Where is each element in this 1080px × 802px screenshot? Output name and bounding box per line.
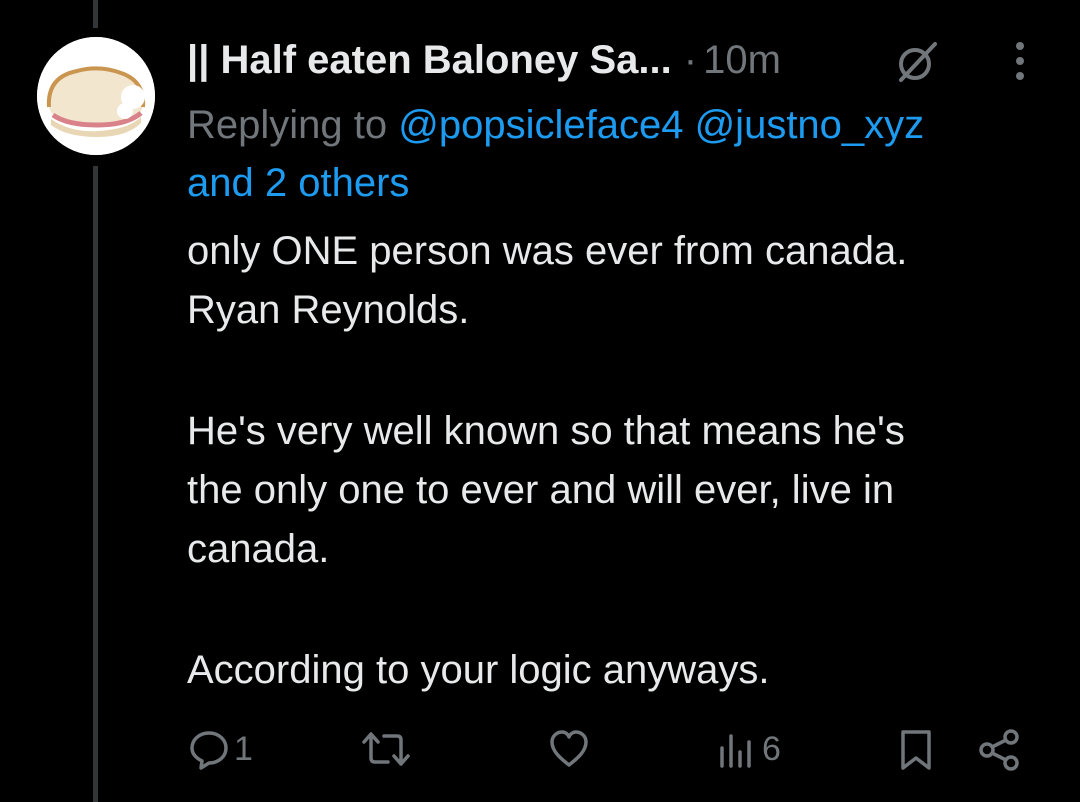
tweet-text: only ONE person was ever from canada. Ry…: [187, 222, 1047, 700]
sandwich-avatar-image: [37, 37, 155, 155]
mention-link-1[interactable]: @popsicleface4: [398, 103, 683, 147]
avatar[interactable]: [37, 37, 155, 155]
tweet-line: He's very well known so that means he's: [187, 409, 905, 453]
reply-count: 1: [234, 729, 253, 768]
grok-icon[interactable]: [893, 38, 941, 86]
thread-line-top: [93, 0, 98, 28]
bookmark-icon: [901, 730, 931, 770]
timestamp[interactable]: 10m: [703, 38, 781, 83]
share-icon: [979, 729, 1019, 771]
reply-button[interactable]: 1: [188, 728, 253, 770]
time-separator: ·: [683, 37, 698, 82]
views-button[interactable]: 6: [716, 728, 781, 770]
tweet-line: According to your logic anyways.: [187, 648, 770, 692]
tweet-header: || Half eaten Baloney Sa... · 10m: [187, 30, 781, 90]
retweet-button[interactable]: [360, 728, 412, 770]
like-icon: [550, 730, 588, 767]
share-button[interactable]: [976, 728, 1022, 772]
tweet-line: Ryan Reynolds.: [187, 288, 470, 332]
tweet-line: the only one to ever and will ever, live…: [187, 468, 895, 512]
and-others-link[interactable]: and 2 others: [187, 161, 409, 205]
views-icon: [720, 734, 751, 768]
replying-to: Replying to @popsicleface4 @justno_xyz a…: [187, 96, 1047, 212]
reply-icon: [190, 731, 228, 770]
action-bar: 1 6: [0, 722, 1080, 782]
more-options-icon[interactable]: [1002, 40, 1038, 82]
tweet-line: canada.: [187, 527, 330, 571]
views-count: 6: [762, 729, 781, 768]
tweet-line: only ONE person was ever from canada.: [187, 229, 908, 273]
retweet-icon: [362, 732, 410, 766]
like-button[interactable]: [548, 728, 590, 770]
replying-to-label: Replying to: [187, 103, 399, 147]
thread-line-bottom: [93, 166, 98, 802]
bookmark-button[interactable]: [896, 728, 936, 772]
display-name[interactable]: || Half eaten Baloney Sa...: [187, 38, 672, 83]
mention-link-2[interactable]: @justno_xyz: [695, 103, 925, 147]
